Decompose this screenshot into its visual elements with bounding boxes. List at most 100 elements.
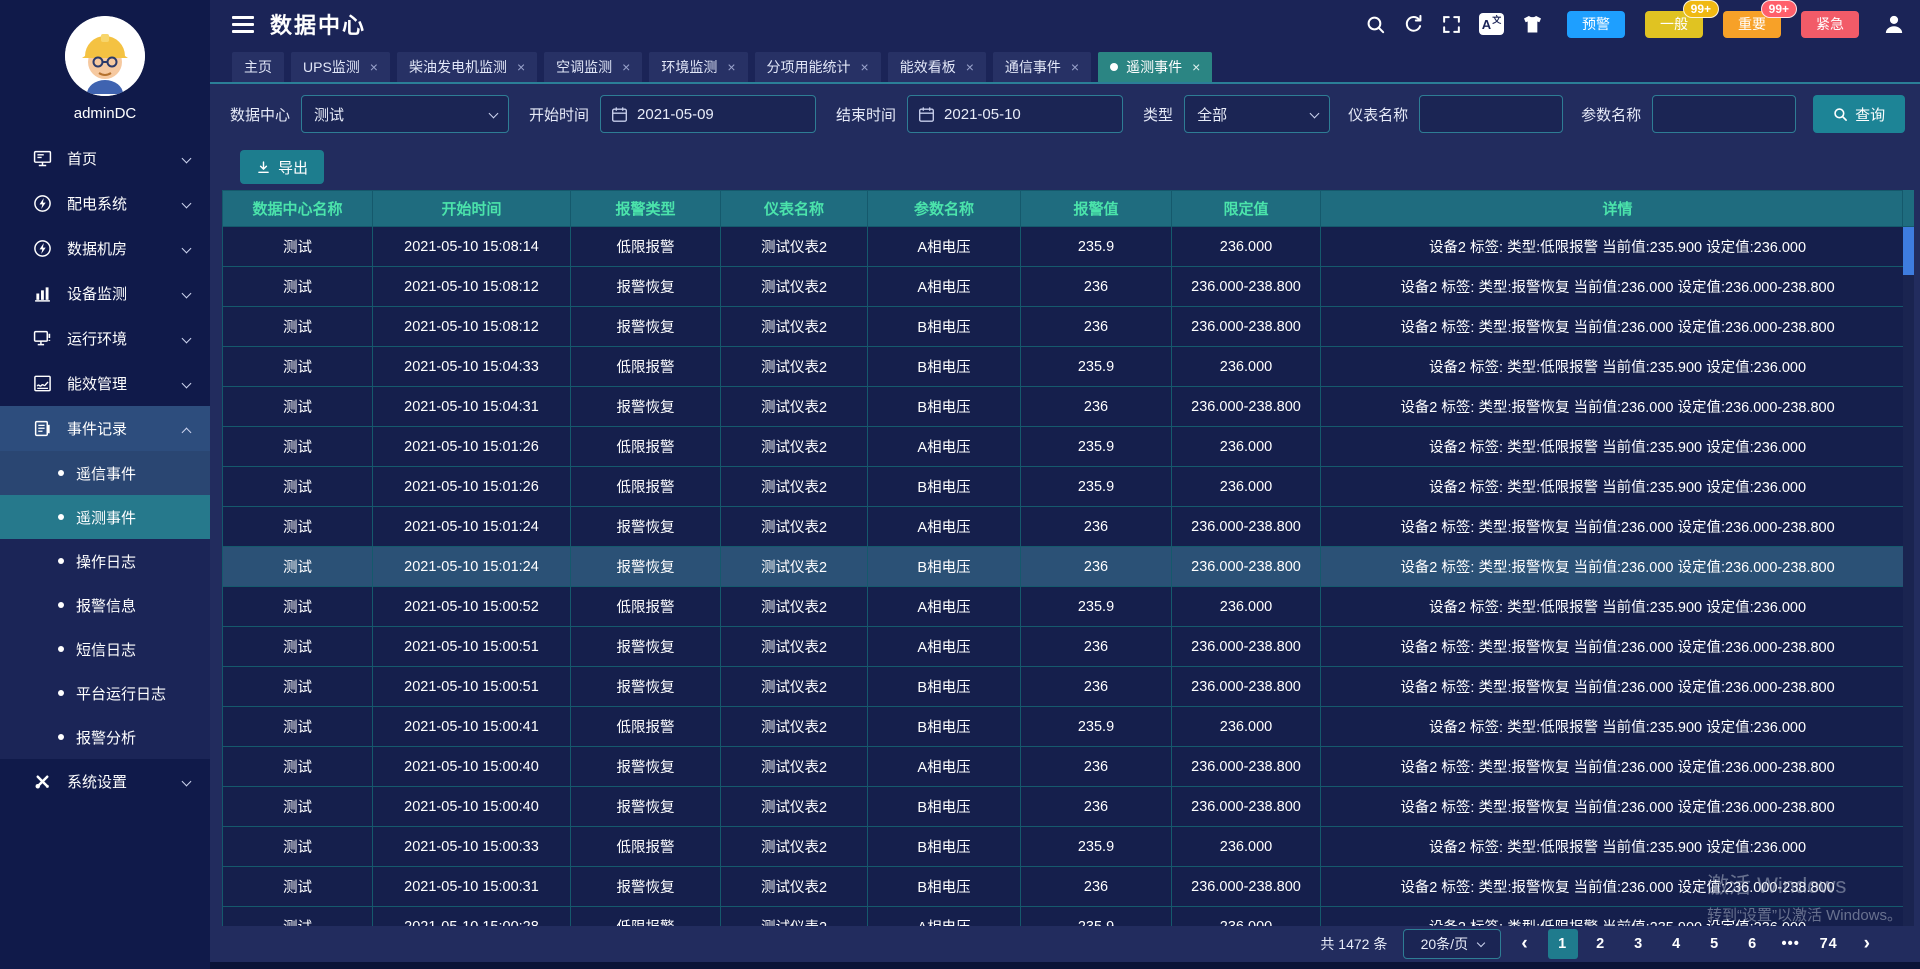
tab-close-icon[interactable]: × <box>727 59 735 75</box>
param-name-input[interactable] <box>1652 95 1796 133</box>
cell: B相电压 <box>868 827 1021 867</box>
tab-close-icon[interactable]: × <box>966 59 974 75</box>
table-row-8[interactable]: 测试2021-05-10 15:01:24报警恢复测试仪表2B相电压236236… <box>223 547 1915 587</box>
sidebar-item-7[interactable]: 系统设置 <box>0 759 210 804</box>
table-row-13[interactable]: 测试2021-05-10 15:00:40报警恢复测试仪表2A相电压236236… <box>223 747 1915 787</box>
sidebar-subitem-0[interactable]: 遥信事件 <box>0 451 210 495</box>
alarm-level-button-3[interactable]: 紧急 <box>1801 11 1859 38</box>
cell: 测试 <box>223 347 373 387</box>
chevron-down-icon <box>489 109 499 119</box>
table-row-0[interactable]: 测试2021-05-10 15:08:14低限报警测试仪表2A相电压235.92… <box>223 227 1915 267</box>
tab-close-icon[interactable]: × <box>1071 59 1079 75</box>
page-button-5[interactable]: 5 <box>1700 929 1730 959</box>
table-row-6[interactable]: 测试2021-05-10 15:01:26低限报警测试仪表2B相电压235.92… <box>223 467 1915 507</box>
tab-4[interactable]: 环境监测× <box>649 52 747 82</box>
meter-name-input[interactable] <box>1419 95 1563 133</box>
tab-close-icon[interactable]: × <box>370 59 378 75</box>
table-row-10[interactable]: 测试2021-05-10 15:00:51报警恢复测试仪表2A相电压236236… <box>223 627 1915 667</box>
sidebar-subitem-6[interactable]: 报警分析 <box>0 715 210 759</box>
page-ellipsis[interactable]: ••• <box>1776 929 1806 959</box>
cell: 测试 <box>223 667 373 707</box>
tab-6[interactable]: 能效看板× <box>888 52 986 82</box>
tab-close-icon[interactable]: × <box>517 59 525 75</box>
alarm-level-button-0[interactable]: 预警 <box>1567 11 1625 38</box>
sidebar-item-5[interactable]: 能效管理 <box>0 361 210 406</box>
tab-7[interactable]: 通信事件× <box>993 52 1091 82</box>
table-row-2[interactable]: 测试2021-05-10 15:08:12报警恢复测试仪表2B相电压236236… <box>223 307 1915 347</box>
table-row-12[interactable]: 测试2021-05-10 15:00:41低限报警测试仪表2B相电压235.92… <box>223 707 1915 747</box>
sidebar-subitem-1[interactable]: 遥测事件 <box>0 495 210 539</box>
page-button-3[interactable]: 3 <box>1624 929 1654 959</box>
search-icon[interactable] <box>1365 14 1386 35</box>
refresh-icon[interactable] <box>1403 14 1424 35</box>
user-icon[interactable] <box>1882 12 1906 36</box>
cell: A相电压 <box>868 747 1021 787</box>
sidebar-subitem-5[interactable]: 平台运行日志 <box>0 671 210 715</box>
start-date-input[interactable]: 2021-05-09 <box>600 95 816 133</box>
page-button-4[interactable]: 4 <box>1662 929 1692 959</box>
app-title: 数据中心 <box>270 8 366 40</box>
table-row-7[interactable]: 测试2021-05-10 15:01:24报警恢复测试仪表2A相电压236236… <box>223 507 1915 547</box>
tab-5[interactable]: 分项用能统计× <box>755 52 881 82</box>
theme-icon[interactable] <box>1521 14 1544 35</box>
alarm-level-button-2[interactable]: 重要99+ <box>1723 11 1781 38</box>
page-button-2[interactable]: 2 <box>1586 929 1616 959</box>
scrollbar-thumb[interactable] <box>1903 227 1914 275</box>
cell: B相电压 <box>868 467 1021 507</box>
sidebar-subitem-3[interactable]: 报警信息 <box>0 583 210 627</box>
sidebar-subitem-label: 报警信息 <box>76 595 136 616</box>
sidebar-item-4[interactable]: 运行环境 <box>0 316 210 361</box>
prev-page-button[interactable]: ‹ <box>1517 933 1531 955</box>
tab-close-icon[interactable]: × <box>1192 59 1200 75</box>
end-date-input[interactable]: 2021-05-10 <box>907 95 1123 133</box>
cell: 报警恢复 <box>571 307 721 347</box>
table-row-4[interactable]: 测试2021-05-10 15:04:31报警恢复测试仪表2B相电压236236… <box>223 387 1915 427</box>
table-row-5[interactable]: 测试2021-05-10 15:01:26低限报警测试仪表2A相电压235.92… <box>223 427 1915 467</box>
sidebar-item-0[interactable]: 首页 <box>0 136 210 181</box>
page-size-select[interactable]: 20条/页 <box>1403 929 1501 959</box>
chevron-down-icon <box>182 379 192 389</box>
query-button-label: 查询 <box>1855 104 1885 125</box>
event-log-icon <box>32 420 52 438</box>
menu-toggle-icon[interactable] <box>232 16 254 33</box>
sidebar-item-2[interactable]: 数据机房 <box>0 226 210 271</box>
table-row-16[interactable]: 测试2021-05-10 15:00:31报警恢复测试仪表2B相电压236236… <box>223 867 1915 907</box>
chevron-down-icon <box>1477 938 1485 946</box>
table-row-17[interactable]: 测试2021-05-10 15:00:28低限报警测试仪表2A相电压235.92… <box>223 907 1915 927</box>
sidebar-subitem-4[interactable]: 短信日志 <box>0 627 210 671</box>
table-row-11[interactable]: 测试2021-05-10 15:00:51报警恢复测试仪表2B相电压236236… <box>223 667 1915 707</box>
page-button-6[interactable]: 6 <box>1738 929 1768 959</box>
sidebar-item-6[interactable]: 事件记录 <box>0 406 210 451</box>
sidebar-item-3[interactable]: 设备监测 <box>0 271 210 316</box>
export-button[interactable]: 导出 <box>240 150 324 184</box>
datacenter-select[interactable]: 测试 <box>301 95 509 133</box>
table-row-14[interactable]: 测试2021-05-10 15:00:40报警恢复测试仪表2B相电压236236… <box>223 787 1915 827</box>
page-button-1[interactable]: 1 <box>1548 929 1578 959</box>
cell: 测试仪表2 <box>721 787 868 827</box>
tab-0[interactable]: 主页 <box>232 52 284 82</box>
tab-3[interactable]: 空调监测× <box>544 52 642 82</box>
table-header-row: 数据中心名称开始时间报警类型仪表名称参数名称报警值限定值详情 <box>223 191 1915 227</box>
cell: 2021-05-10 15:00:31 <box>373 867 571 907</box>
table-scrollbar[interactable] <box>1902 190 1914 926</box>
next-page-button[interactable]: › <box>1860 933 1874 955</box>
tab-2[interactable]: 柴油发电机监测× <box>397 52 537 82</box>
sidebar-subitem-2[interactable]: 操作日志 <box>0 539 210 583</box>
tab-bar: 主页UPS监测×柴油发电机监测×空调监测×环境监测× 分项用能统计×能效看板×通信… <box>210 48 1920 84</box>
page-button-74[interactable]: 74 <box>1814 929 1844 959</box>
fullscreen-icon[interactable] <box>1441 14 1462 35</box>
table-row-1[interactable]: 测试2021-05-10 15:08:12报警恢复测试仪表2A相电压236236… <box>223 267 1915 307</box>
tab-8[interactable]: 遥测事件× <box>1098 52 1212 82</box>
tab-1[interactable]: UPS监测× <box>291 52 390 82</box>
table-row-15[interactable]: 测试2021-05-10 15:00:33低限报警测试仪表2B相电压235.92… <box>223 827 1915 867</box>
table-row-3[interactable]: 测试2021-05-10 15:04:33低限报警测试仪表2B相电压235.92… <box>223 347 1915 387</box>
translate-icon[interactable]: A文 <box>1479 13 1504 35</box>
tab-close-icon[interactable]: × <box>622 59 630 75</box>
sidebar-item-1[interactable]: 配电系统 <box>0 181 210 226</box>
query-button[interactable]: 查询 <box>1813 95 1905 133</box>
alarm-level-button-1[interactable]: 一般99+ <box>1645 11 1703 38</box>
user-avatar[interactable] <box>65 16 145 96</box>
type-select[interactable]: 全部 <box>1184 95 1330 133</box>
tab-close-icon[interactable]: × <box>861 59 869 75</box>
table-row-9[interactable]: 测试2021-05-10 15:00:52低限报警测试仪表2A相电压235.92… <box>223 587 1915 627</box>
